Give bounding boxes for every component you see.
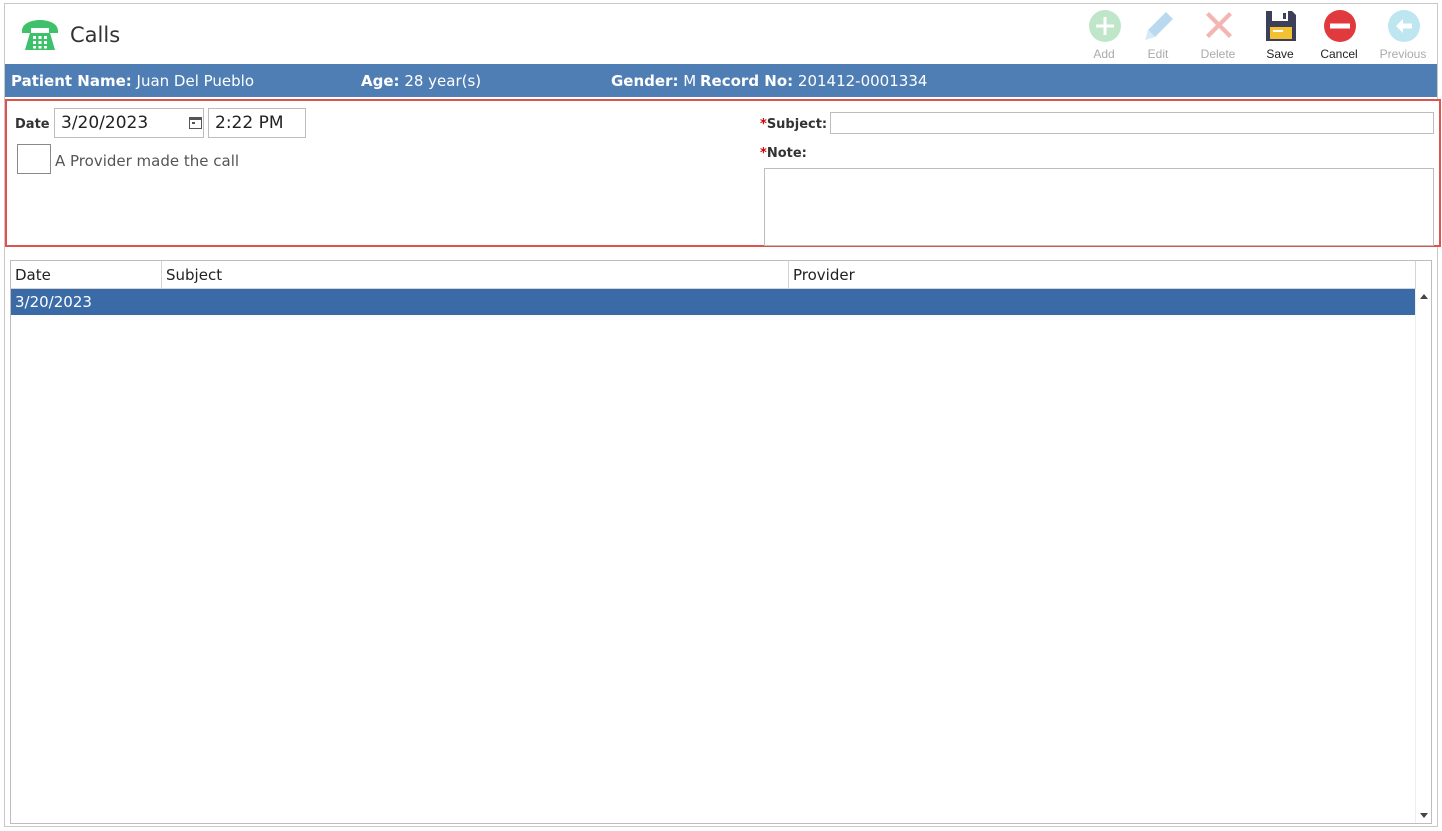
add-label: Add bbox=[1093, 47, 1115, 61]
scroll-down-arrow-icon[interactable] bbox=[1420, 811, 1428, 819]
patient-name-value: Juan Del Pueblo bbox=[136, 72, 255, 90]
previous-button[interactable]: Previous bbox=[1373, 7, 1433, 63]
date-label: Date bbox=[15, 117, 50, 132]
cancel-label: Cancel bbox=[1320, 47, 1358, 61]
note-field[interactable] bbox=[764, 168, 1434, 246]
subject-label: *Subject: bbox=[760, 117, 827, 132]
edit-button[interactable]: Edit bbox=[1128, 7, 1188, 63]
patient-age-label: Age: bbox=[361, 72, 400, 90]
patient-info-bar: Patient Name: Juan Del Pueblo Age: 28 ye… bbox=[5, 64, 1437, 97]
patient-record: Record No: 201412-0001334 bbox=[700, 72, 927, 90]
provider-made-call-label: A Provider made the call bbox=[55, 152, 240, 170]
add-button[interactable]: Add bbox=[1074, 7, 1134, 63]
edit-label: Edit bbox=[1147, 47, 1169, 61]
date-field[interactable] bbox=[54, 108, 204, 138]
grid-header: Date Subject Provider bbox=[11, 261, 1416, 289]
column-header-subject[interactable]: Subject bbox=[162, 261, 789, 289]
subject-field[interactable] bbox=[830, 112, 1434, 134]
delete-label: Delete bbox=[1200, 47, 1236, 61]
patient-gender: Gender: M bbox=[611, 72, 696, 90]
header: Calls Add Edit Delete Save Cancel Previo… bbox=[5, 4, 1437, 64]
scroll-up-arrow-icon[interactable] bbox=[1420, 293, 1428, 301]
patient-name-label: Patient Name: bbox=[11, 72, 132, 90]
note-label: *Note: bbox=[760, 146, 807, 161]
table-row[interactable]: 3/20/2023 bbox=[11, 289, 1415, 315]
previous-label: Previous bbox=[1379, 47, 1427, 61]
calls-grid: Date Subject Provider 3/20/2023 bbox=[10, 260, 1432, 824]
patient-record-label: Record No: bbox=[700, 72, 794, 90]
required-marker: * bbox=[760, 146, 767, 161]
save-button[interactable]: Save bbox=[1250, 7, 1310, 63]
required-marker: * bbox=[760, 117, 767, 132]
floppy-disk-icon bbox=[1266, 11, 1296, 41]
row-date: 3/20/2023 bbox=[15, 293, 92, 311]
calendar-icon[interactable] bbox=[189, 116, 202, 129]
phone-icon bbox=[22, 20, 58, 50]
x-icon bbox=[1206, 12, 1232, 38]
call-form: Date A Provider made the call *Subject: … bbox=[5, 99, 1441, 247]
provider-made-call-checkbox[interactable] bbox=[17, 144, 51, 174]
column-header-date[interactable]: Date bbox=[11, 261, 162, 289]
patient-name: Patient Name: Juan Del Pueblo bbox=[11, 72, 254, 90]
delete-button[interactable]: Delete bbox=[1188, 7, 1248, 63]
vertical-scrollbar[interactable] bbox=[1415, 289, 1431, 823]
column-header-provider[interactable]: Provider bbox=[789, 261, 1416, 289]
pencil-icon bbox=[1145, 12, 1173, 40]
cancel-button[interactable]: Cancel bbox=[1309, 7, 1369, 63]
note-label-text: Note: bbox=[766, 146, 807, 161]
patient-age-value: 28 year(s) bbox=[404, 72, 482, 90]
patient-record-value: 201412-0001334 bbox=[797, 72, 928, 90]
patient-gender-value: M bbox=[683, 72, 697, 90]
calls-window: Calls Add Edit Delete Save Cancel Previo… bbox=[4, 3, 1441, 827]
time-field[interactable] bbox=[208, 108, 306, 138]
arrow-left-circle-icon bbox=[1388, 10, 1420, 42]
page-title: Calls bbox=[70, 23, 121, 47]
minus-circle-icon bbox=[1324, 10, 1356, 42]
patient-gender-label: Gender: bbox=[611, 72, 679, 90]
plus-circle-icon bbox=[1089, 10, 1121, 42]
save-label: Save bbox=[1266, 47, 1294, 61]
subject-label-text: Subject: bbox=[766, 117, 828, 132]
patient-age: Age: 28 year(s) bbox=[361, 72, 481, 90]
